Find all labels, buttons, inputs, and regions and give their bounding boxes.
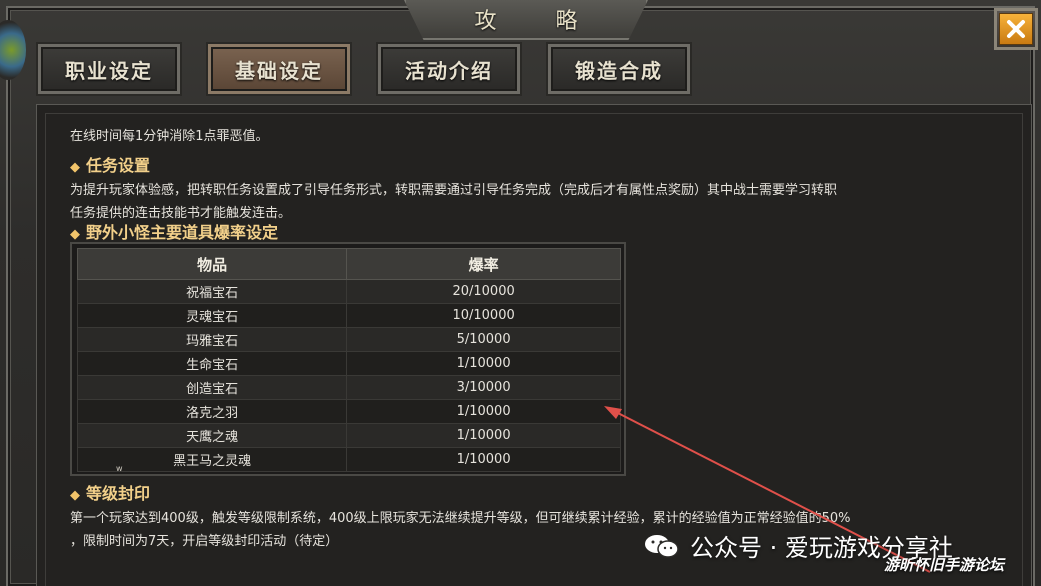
- strategy-window: 攻 略 职业设定 基础设定 活动介绍 锻造合成 在线时间每1分钟消除1点罪恶值。…: [0, 0, 1041, 586]
- annotation-arrow-icon: [604, 406, 931, 573]
- forum-watermark: 游昕怀旧手游论坛: [884, 556, 1005, 574]
- wechat-icon: [644, 533, 680, 559]
